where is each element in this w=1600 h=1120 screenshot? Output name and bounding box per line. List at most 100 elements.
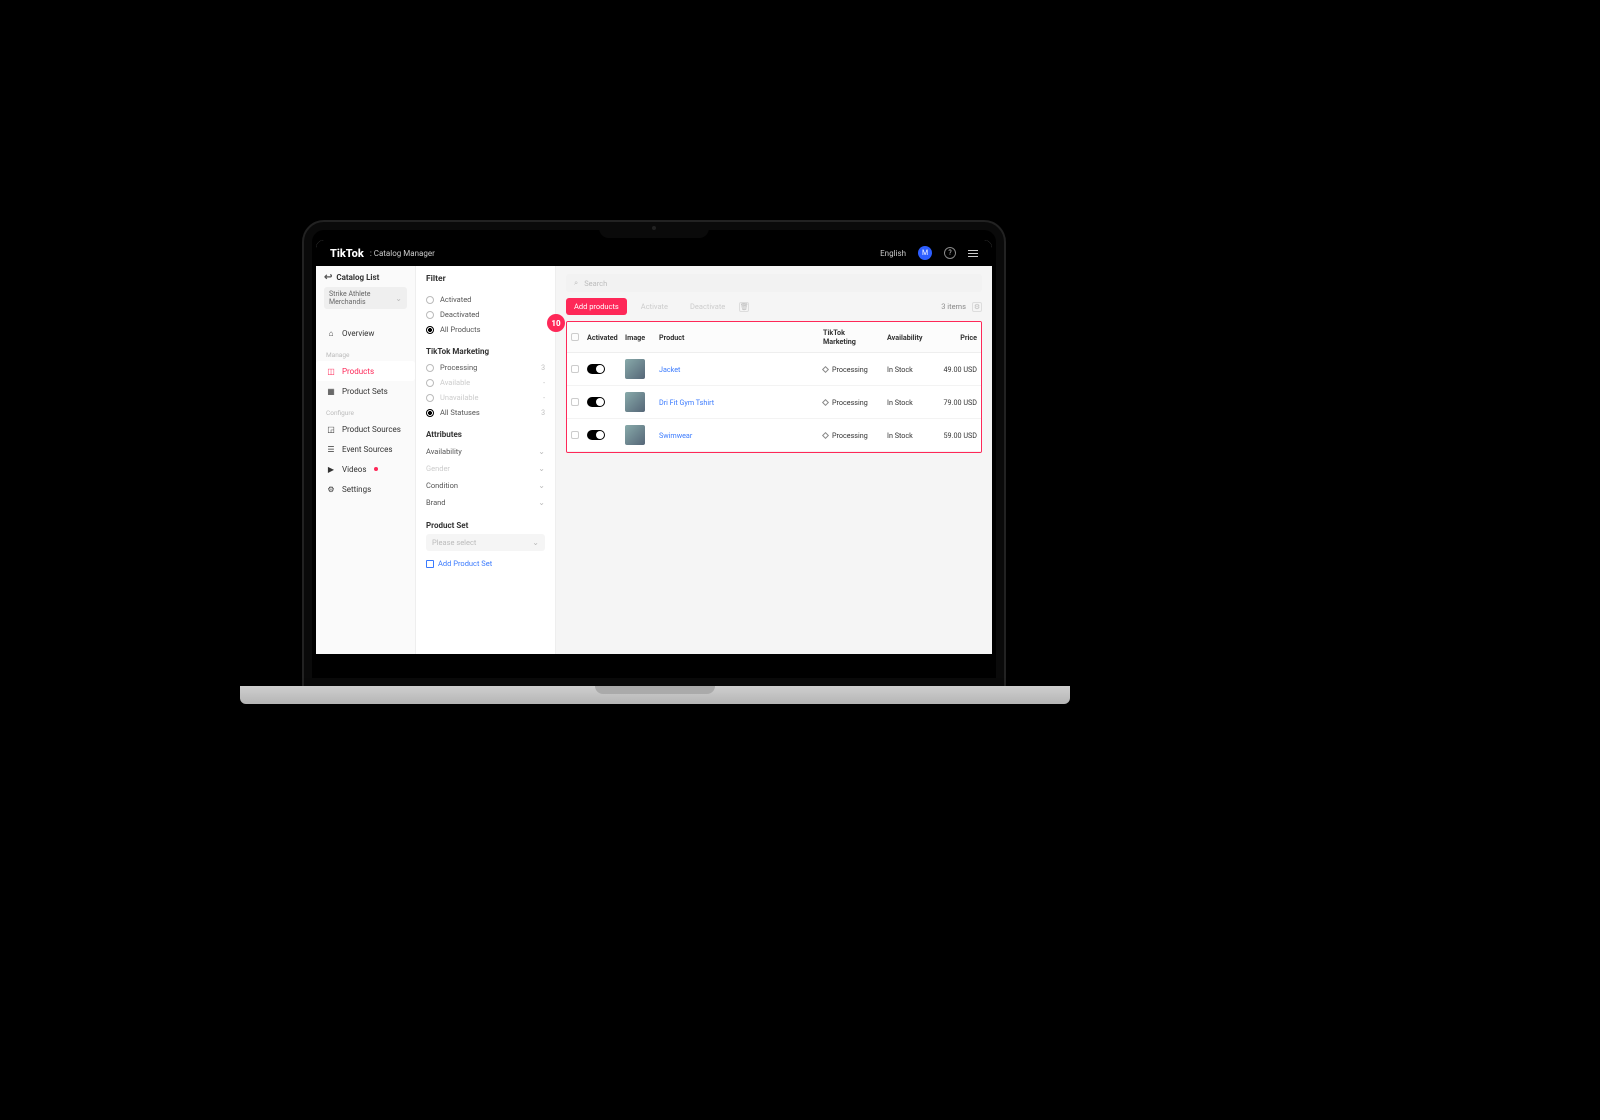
sidebar-item-label: Settings [342,485,371,494]
row-product-link[interactable]: Jacket [655,353,819,385]
th-price: Price [931,322,981,352]
filter-marketing-title: TikTok Marketing [426,347,545,356]
sidebar-item-label: Product Sources [342,425,401,434]
avatar[interactable]: M [918,246,932,260]
row-availability: In Stock [883,353,931,385]
processing-icon [822,398,829,405]
attr-gender[interactable]: Gender⌄ [426,460,545,477]
checkbox-icon [571,333,579,341]
th-checkbox[interactable] [567,322,583,352]
grid-icon: ▦ [326,386,336,396]
row-toggle[interactable] [583,386,621,418]
sidebar-item-label: Products [342,367,374,376]
th-availability: Availability [883,322,931,352]
attr-brand[interactable]: Brand⌄ [426,494,545,511]
add-doc-icon [426,560,434,568]
row-checkbox[interactable] [567,353,583,385]
row-price: 79.00 USD [931,386,981,418]
sidebar-item-label: Overview [342,329,374,338]
th-image: Image [621,322,655,352]
row-image [621,419,655,451]
catalog-selector-value: Strike Athlete Merchandis [329,290,395,306]
filter-all-statuses[interactable]: All Statuses3 [426,405,545,420]
sidebar-item-overview[interactable]: ⌂ Overview [316,323,415,343]
toggle-on-icon [587,430,605,440]
row-checkbox[interactable] [567,386,583,418]
brand-name: TikTok [330,247,364,260]
chevron-down-icon: ⌄ [395,294,402,303]
row-toggle[interactable] [583,353,621,385]
row-price: 49.00 USD [931,353,981,385]
radio-selected-icon [426,409,434,417]
row-toggle[interactable] [583,419,621,451]
row-availability: In Stock [883,419,931,451]
add-product-set-link[interactable]: Add Product Set [426,559,545,568]
row-price: 59.00 USD [931,419,981,451]
sidebar-item-videos[interactable]: ▶ Videos [316,459,415,479]
product-thumbnail [625,425,645,445]
radio-icon [426,311,434,319]
chevron-down-icon: ⌄ [538,447,545,456]
filter-panel: Filter Activated Deactivated All Product… [416,266,556,678]
sidebar-item-settings[interactable]: ⚙ Settings [316,479,415,499]
deactivate-button[interactable]: Deactivate [682,298,733,315]
filter-title: Filter [426,274,545,284]
bulk-delete-icon[interactable]: 🗑 [739,302,749,312]
search-input[interactable]: ⌕ Search [566,274,982,292]
filter-deactivated[interactable]: Deactivated [426,307,545,322]
back-icon[interactable]: ↩ [324,272,332,283]
processing-icon [822,431,829,438]
filter-unavailable[interactable]: Unavailable- [426,390,545,405]
filter-available[interactable]: Available- [426,375,545,390]
sidebar-item-event-sources[interactable]: ☰ Event Sources [316,439,415,459]
items-count: 3 items ⚙ [941,302,982,312]
sidebar-section-manage: Manage [316,349,415,361]
row-product-link[interactable]: Swimwear [655,419,819,451]
tag-icon: ◫ [326,366,336,376]
search-icon: ⌕ [574,278,578,288]
radio-selected-icon [426,326,434,334]
row-checkbox[interactable] [567,419,583,451]
radio-icon [426,364,434,372]
source-icon: ◲ [326,424,336,434]
top-actions: English M ? [880,246,978,260]
catalog-selector[interactable]: Strike Athlete Merchandis ⌄ [324,287,407,309]
row-image [621,353,655,385]
attr-condition[interactable]: Condition⌄ [426,477,545,494]
filter-processing[interactable]: Processing3 [426,360,545,375]
row-marketing: Processing [819,419,883,451]
sidebar-item-products[interactable]: ◫ Products [316,361,415,381]
sidebar: ↩ Catalog List Strike Athlete Merchandis… [316,266,416,678]
attr-availability[interactable]: Availability⌄ [426,443,545,460]
help-icon[interactable]: ? [944,247,956,259]
attributes-title: Attributes [426,430,545,439]
product-thumbnail [625,392,645,412]
checkbox-icon [571,398,579,406]
table-row: Jacket Processing In Stock 49.00 USD [567,353,981,386]
sidebar-item-label: Product Sets [342,387,388,396]
checkbox-icon [571,431,579,439]
checkbox-icon [571,365,579,373]
row-marketing: Processing [819,353,883,385]
sidebar-section-configure: Configure [316,407,415,419]
menu-icon[interactable] [968,250,978,257]
filter-activated[interactable]: Activated [426,292,545,307]
filter-all-products[interactable]: All Products [426,322,545,337]
sidebar-item-label: Event Sources [342,445,392,454]
add-products-button[interactable]: Add products [566,298,627,315]
product-set-select[interactable]: Please select⌄ [426,534,545,551]
language-selector[interactable]: English [880,249,906,258]
products-table: Activated Image Product TikTok Marketing… [566,321,982,453]
top-bar: TikTok : Catalog Manager English M ? [316,240,992,266]
product-thumbnail [625,359,645,379]
activate-button[interactable]: Activate [633,298,676,315]
sidebar-item-product-sources[interactable]: ◲ Product Sources [316,419,415,439]
chevron-down-icon: ⌄ [538,481,545,490]
sidebar-item-label: Videos [342,465,366,474]
sidebar-item-product-sets[interactable]: ▦ Product Sets [316,381,415,401]
search-placeholder: Search [584,279,607,288]
row-product-link[interactable]: Dri Fit Gym Tshirt [655,386,819,418]
toggle-on-icon [587,397,605,407]
table-settings-icon[interactable]: ⚙ [972,302,982,312]
toggle-on-icon [587,364,605,374]
